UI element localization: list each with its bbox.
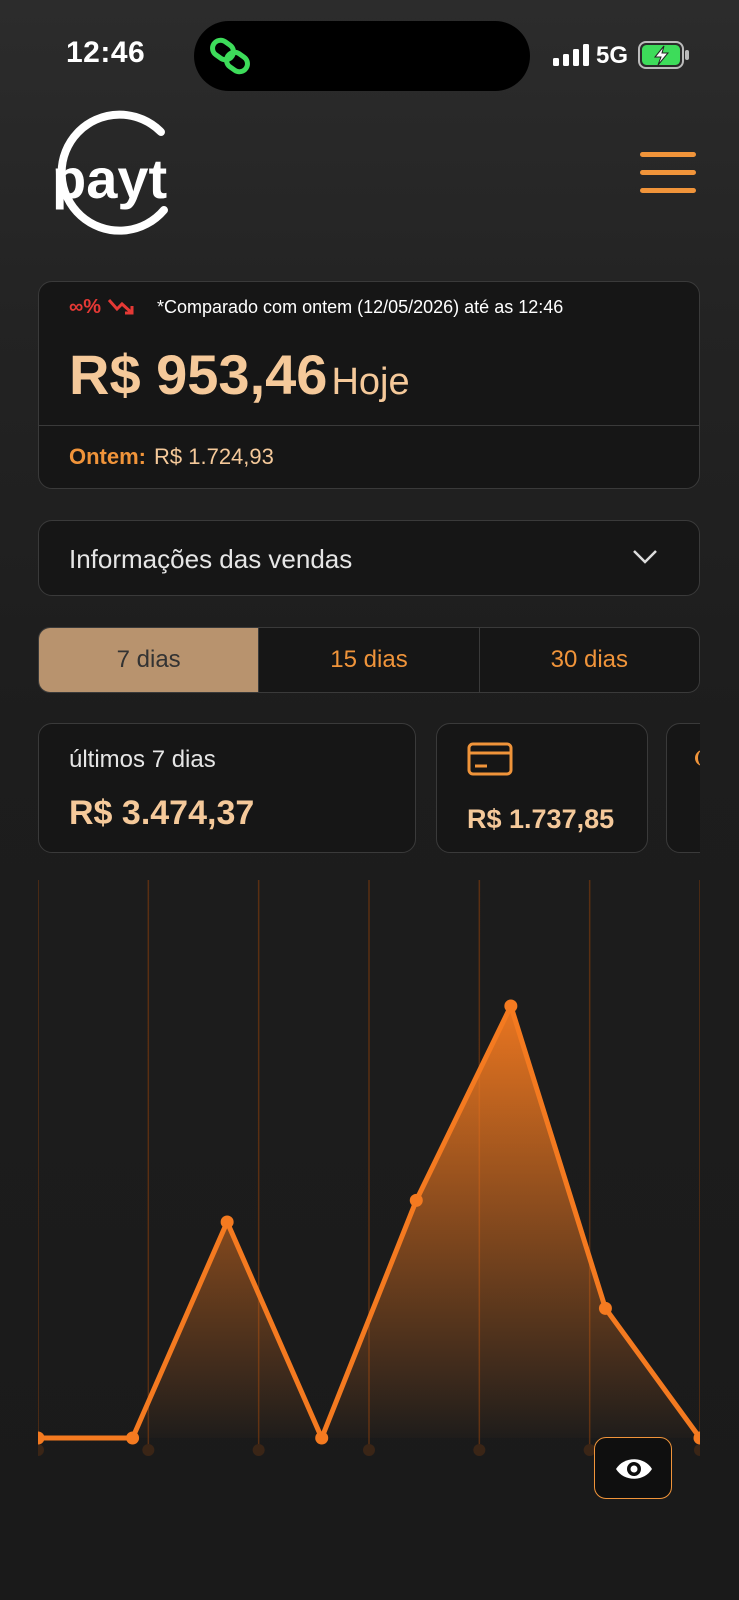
next-stat-icon: [695, 750, 700, 766]
today-amount: R$ 953,46 Hoje: [69, 343, 410, 406]
chart-point-0: [38, 1431, 45, 1445]
total-period-label: últimos 7 dias: [69, 746, 216, 773]
eye-icon: [616, 1459, 652, 1479]
chart-axis-dot: [38, 1444, 44, 1456]
battery-charging-icon: [638, 41, 689, 69]
hamburger-icon: [640, 152, 696, 157]
network-type: 5G: [596, 42, 629, 69]
tab-15-days[interactable]: 15 dias: [259, 628, 480, 692]
sales-area-chart: [38, 880, 700, 1456]
chart-axis-dot: [363, 1444, 375, 1456]
chart-point-4: [409, 1193, 423, 1207]
signal-icon: [553, 44, 589, 66]
today-suffix: Hoje: [331, 361, 410, 403]
chart-point-2: [220, 1215, 234, 1229]
payt-logo: payt: [52, 110, 168, 235]
yesterday-amount: Ontem: R$ 1.724,93: [69, 444, 274, 470]
chart-point-3: [315, 1431, 329, 1445]
chart-point-1: [126, 1431, 140, 1445]
card-divider: [39, 425, 699, 426]
chart-axis-dot: [473, 1444, 486, 1456]
chart-axis-dot: [142, 1444, 155, 1456]
toggle-visibility-button[interactable]: [594, 1437, 672, 1499]
chart-point-6: [598, 1301, 612, 1315]
status-bar: 12:46 5G: [0, 0, 739, 100]
yesterday-label: Ontem:: [69, 444, 146, 469]
tab-7-days[interactable]: 7 dias: [39, 628, 260, 692]
stats-carousel[interactable]: últimos 7 dias R$ 3.474,37 R$ 1.737,85: [38, 723, 700, 853]
credit-card-icon: [467, 742, 513, 776]
total-period-value: R$ 3.474,37: [69, 794, 255, 832]
total-period-card: últimos 7 dias R$ 3.474,37: [38, 723, 416, 853]
chart-axis-dot: [694, 1444, 700, 1456]
period-tabs: 7 dias 15 dias 30 dias: [38, 627, 700, 693]
status-time: 12:46: [66, 36, 146, 69]
chart-point-5: [504, 999, 518, 1013]
next-stat-card: [666, 723, 700, 853]
sales-info-label: Informações das vendas: [69, 544, 353, 574]
chart-axis-dot: [252, 1444, 265, 1456]
menu-button[interactable]: [640, 152, 698, 196]
chevron-down-icon: [633, 550, 657, 564]
trend-down-icon: ∞%: [69, 296, 135, 319]
tab-30-days[interactable]: 30 dias: [480, 628, 699, 692]
today-sales-card: ∞% *Comparado com ontem (12/05/2026) até…: [38, 281, 700, 489]
logo-text: payt: [52, 147, 167, 210]
comparison-note: *Comparado com ontem (12/05/2026) até as…: [157, 297, 564, 317]
link-icon: [210, 37, 250, 75]
yesterday-value: R$ 1.724,93: [154, 444, 274, 469]
sales-info-dropdown[interactable]: Informações das vendas: [38, 520, 700, 596]
credit-card-value: R$ 1.737,85: [467, 804, 615, 834]
credit-card-stat-card: R$ 1.737,85: [436, 723, 648, 853]
